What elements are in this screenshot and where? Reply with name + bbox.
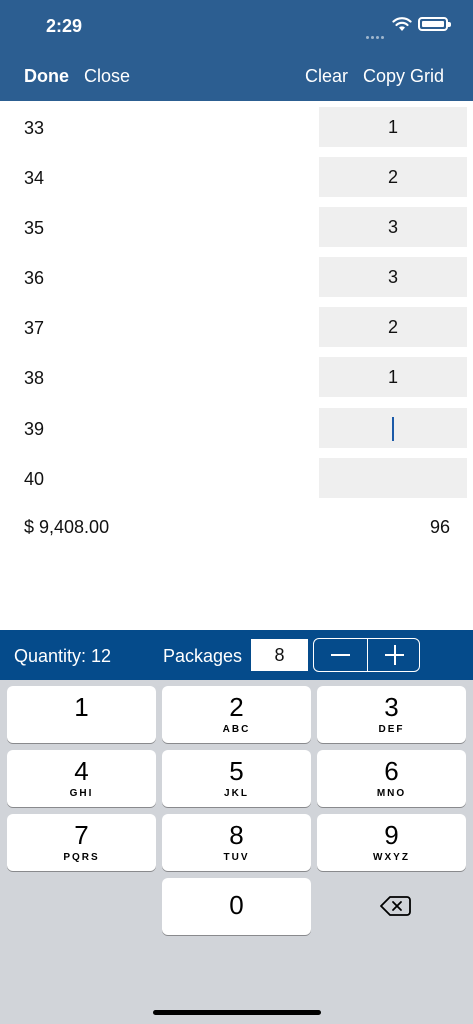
key-1[interactable]: 1 [7, 686, 156, 743]
key-6[interactable]: 6 MNO [317, 750, 466, 807]
key-2[interactable]: 2 ABC [162, 686, 311, 743]
quantity-cell-active[interactable] [319, 408, 467, 448]
size-label: 39 [24, 419, 45, 439]
size-label: 34 [24, 168, 45, 188]
battery-icon [418, 17, 451, 31]
decrement-button[interactable] [314, 639, 367, 671]
quantity-cell[interactable]: 2 [319, 307, 467, 347]
cellular-signal-icon [366, 26, 386, 39]
key-8[interactable]: 8 TUV [162, 814, 311, 871]
size-row: 35 3 [0, 204, 473, 247]
packages-label: Packages [163, 646, 243, 666]
quantity-cell[interactable] [319, 458, 467, 498]
size-label: 33 [24, 118, 45, 138]
size-row: 34 2 [0, 154, 473, 197]
size-label: 38 [24, 368, 45, 388]
packages-input[interactable] [251, 639, 308, 671]
quantity-cell[interactable]: 3 [319, 207, 467, 247]
size-row: 38 1 [0, 354, 473, 397]
close-button[interactable]: Close [84, 66, 130, 87]
key-3[interactable]: 3 DEF [317, 686, 466, 743]
minus-icon [331, 654, 350, 656]
size-row: 37 2 [0, 304, 473, 347]
size-label: 37 [24, 318, 45, 338]
quantity-cell[interactable]: 1 [319, 107, 467, 147]
quantity-label: Quantity: 12 [14, 646, 112, 666]
wifi-icon [392, 17, 412, 31]
key-4[interactable]: 4 GHI [7, 750, 156, 807]
status-time: 2:29 [46, 16, 83, 36]
key-0[interactable]: 0 [162, 878, 311, 935]
size-row: 39 [0, 405, 473, 448]
key-5[interactable]: 5 JKL [162, 750, 311, 807]
quantity-toolbar: Quantity: 12 Packages [0, 630, 473, 680]
size-label: 40 [24, 469, 45, 489]
text-cursor [392, 417, 394, 442]
total-count: 96 [429, 517, 450, 537]
packages-stepper [313, 638, 420, 672]
top-bar: 2:29 Done Close Clear Copy Grid [0, 0, 473, 101]
clear-button[interactable]: Clear [305, 66, 348, 87]
home-indicator [153, 1010, 321, 1015]
copy-grid-button[interactable]: Copy Grid [363, 66, 444, 87]
key-7[interactable]: 7 PQRS [7, 814, 156, 871]
key-9[interactable]: 9 WXYZ [317, 814, 466, 871]
total-amount: $ 9,408.00 [24, 517, 110, 537]
numeric-keypad: 1 2 ABC 3 DEF 4 GHI 5 JKL 6 MNO 7 PQRS 8 TUV 9W… [0, 680, 473, 1024]
backspace-icon [380, 896, 411, 916]
size-label: 35 [24, 218, 45, 238]
size-row: 36 3 [0, 254, 473, 297]
done-button[interactable]: Done [24, 66, 69, 87]
quantity-cell[interactable]: 2 [319, 157, 467, 197]
backspace-button[interactable] [317, 878, 466, 935]
increment-button[interactable] [368, 639, 421, 671]
size-row: 40 [0, 455, 473, 498]
size-row: 33 1 [0, 104, 473, 147]
quantity-cell[interactable]: 1 [319, 357, 467, 397]
size-label: 36 [24, 268, 45, 288]
quantity-cell[interactable]: 3 [319, 257, 467, 297]
